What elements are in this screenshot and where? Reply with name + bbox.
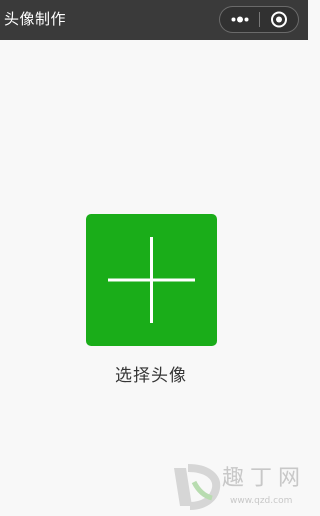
watermark-logo-icon [174,464,221,510]
watermark: 趣丁网 www.qzd.com [166,462,306,512]
more-button[interactable] [220,7,259,32]
close-button[interactable] [260,7,298,32]
choose-avatar-label: 选择头像 [115,366,187,386]
choose-avatar-button[interactable] [86,214,217,346]
mini-program-capsule [219,6,299,33]
ellipsis-icon [231,16,249,23]
plus-icon [108,237,195,323]
watermark-text: 趣丁网 [222,466,307,491]
watermark-url: www.qzd.com [230,496,293,506]
screen: 头像制作 选择头像 趣丁网 www.qzd.com [0,0,308,516]
navigation-bar: 头像制作 [0,0,308,40]
target-close-icon [271,11,287,28]
page-title: 头像制作 [4,10,67,28]
